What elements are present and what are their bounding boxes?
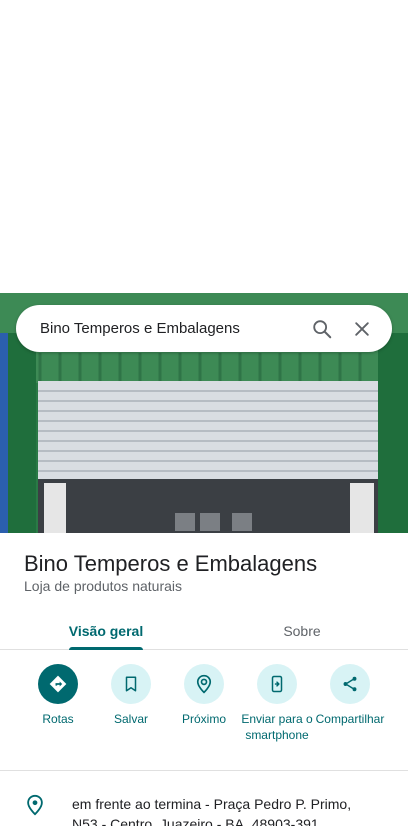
directions-button[interactable]: Rotas [18,664,98,727]
action-row: Rotas Salvar Próximo Enviar para o smart… [0,664,408,770]
send-to-phone-label: Enviar para o smartphone [241,712,313,742]
directions-icon [38,664,78,704]
map-blank-area [0,0,408,293]
search-icon[interactable] [302,309,342,349]
section-divider [0,770,408,771]
share-button[interactable]: Compartilhar [310,664,390,727]
search-bar[interactable]: Bino Temperos e Embalagens [16,305,392,352]
address-row[interactable]: em frente ao termina - Praça Pedro P. Pr… [0,790,408,826]
bookmark-icon [111,664,151,704]
nearby-label: Próximo [181,712,226,726]
search-query[interactable]: Bino Temperos e Embalagens [40,320,302,337]
nearby-button[interactable]: Próximo [164,664,244,727]
tab-selected-indicator [69,647,143,650]
tab-overview[interactable]: Visão geral [60,611,152,650]
tab-about[interactable]: Sobre [252,611,352,650]
send-to-phone-button[interactable]: Enviar para o smartphone [237,664,317,743]
share-label: Compartilhar [315,712,385,726]
save-button[interactable]: Salvar [91,664,171,727]
tab-bar: Visão geral Sobre [0,611,408,650]
address-text: em frente ao termina - Praça Pedro P. Pr… [72,796,352,826]
place-category[interactable]: Loja de produtos naturais [24,578,182,594]
location-pin-icon [24,794,46,821]
share-icon [330,664,370,704]
nearby-icon [184,664,224,704]
save-label: Salvar [113,712,148,726]
place-title: Bino Temperos e Embalagens [24,551,318,576]
directions-label: Rotas [42,712,74,726]
send-to-phone-icon [257,664,297,704]
close-icon[interactable] [342,309,382,349]
